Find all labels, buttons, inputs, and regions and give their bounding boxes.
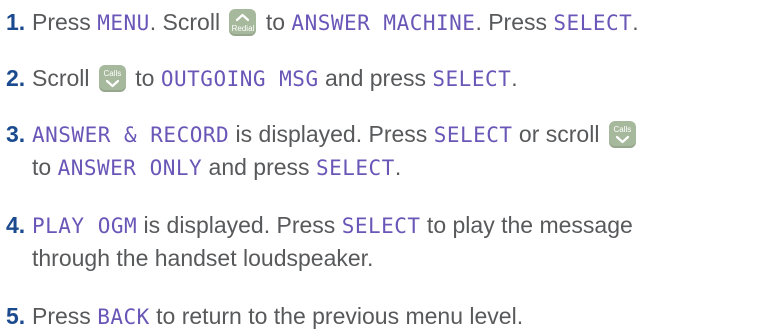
step-text: . Press <box>475 9 554 35</box>
step-4: 4. PLAY OGM is displayed. Press SELECT t… <box>6 209 633 274</box>
step-text: is displayed. Press <box>137 212 342 238</box>
step-text: . <box>632 9 639 35</box>
lcd-back-text: BACK <box>97 305 150 329</box>
step-text: to <box>128 65 161 91</box>
step-number: 2. <box>6 65 26 91</box>
step-1: 1. Press MENU. Scroll Redial to ANSWER M… <box>6 6 639 39</box>
lcd-select-text: SELECT <box>432 67 512 91</box>
step-text: . <box>511 65 518 91</box>
redial-key-icon: Redial <box>229 9 257 36</box>
step-number: 1. <box>6 9 26 35</box>
step-text: to play the message <box>420 212 633 238</box>
lcd-select-text: SELECT <box>433 123 513 147</box>
step-text: Press <box>32 9 98 35</box>
step-text: Press <box>32 303 98 329</box>
step-text: and press <box>318 65 433 91</box>
lcd-menu-text: MENU <box>97 11 150 35</box>
lcd-select-text: SELECT <box>315 156 395 180</box>
step-number: 3. <box>6 121 26 147</box>
step-number: 5. <box>6 303 26 329</box>
lcd-outgoing-msg-text: OUTGOING MSG <box>160 67 319 91</box>
step-text: to return to the previous menu level. <box>149 303 524 329</box>
step-5: 5. Press BACK to return to the previous … <box>6 300 523 333</box>
lcd-play-ogm-text: PLAY OGM <box>32 214 138 238</box>
step-text: . <box>394 154 402 180</box>
key-label: Calls <box>103 69 122 78</box>
key-label: Calls <box>613 125 632 134</box>
step-number: 4. <box>6 212 26 238</box>
lcd-select-text: SELECT <box>341 214 421 238</box>
step-text: through the handset loudspeaker. <box>32 245 374 271</box>
chevron-down-icon <box>615 135 629 144</box>
step-2: 2. Scroll Calls to OUTGOING MSG and pres… <box>6 62 518 95</box>
lcd-answer-record-text: ANSWER & RECORD <box>32 123 230 147</box>
lcd-select-text: SELECT <box>553 11 633 35</box>
step-text: to <box>32 154 58 180</box>
chevron-up-icon <box>236 13 250 22</box>
lcd-answer-only-text: ANSWER ONLY <box>57 156 203 180</box>
chevron-down-icon <box>105 79 120 88</box>
calls-key-icon: Calls <box>98 65 126 92</box>
step-text: and press <box>202 154 316 180</box>
step-text: or scroll <box>512 121 606 147</box>
step-3: 3. ANSWER & RECORD is displayed. Press S… <box>6 118 639 184</box>
step-text: . Scroll <box>149 9 227 35</box>
step-text: Scroll <box>32 65 96 91</box>
calls-key-icon: Calls <box>608 121 636 148</box>
key-label: Redial <box>231 24 255 33</box>
step-text: to <box>259 9 292 35</box>
step-text: is displayed. Press <box>229 121 434 147</box>
lcd-answer-machine-text: ANSWER MACHINE <box>291 11 476 35</box>
